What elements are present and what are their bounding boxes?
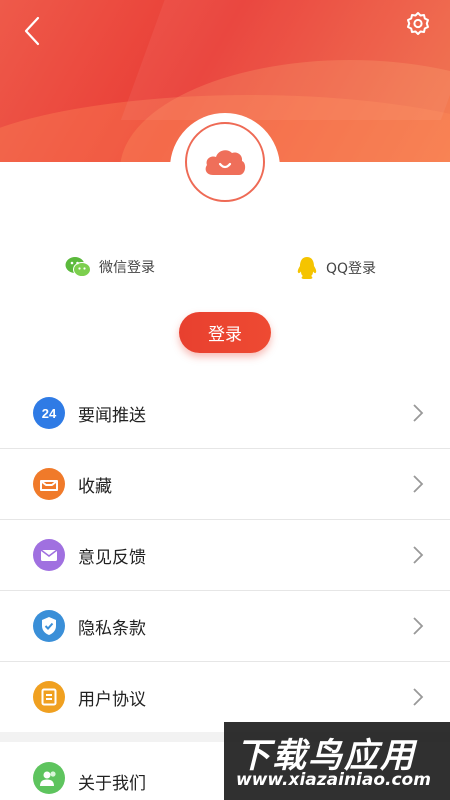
menu-item-label: 隐私条款 xyxy=(78,618,146,639)
qq-penguin-icon xyxy=(297,257,317,279)
menu-item-label: 意见反馈 xyxy=(78,547,146,568)
mail-icon xyxy=(33,539,65,571)
chevron-right-icon xyxy=(413,546,424,564)
chevron-right-icon xyxy=(413,688,424,706)
avatar[interactable] xyxy=(185,122,265,202)
gear-icon[interactable] xyxy=(404,10,432,38)
login-button[interactable]: 登录 xyxy=(179,312,271,353)
menu-item-label: 用户协议 xyxy=(78,689,146,710)
social-login-row: 微信登录 QQ登录 xyxy=(0,256,450,284)
menu-item-label: 关于我们 xyxy=(78,774,146,794)
header-glare xyxy=(120,0,450,120)
24-news-icon: 24 xyxy=(33,397,65,429)
document-icon xyxy=(33,681,65,713)
menu-item-feedback[interactable]: 意见反馈 xyxy=(0,520,450,591)
chevron-right-icon xyxy=(413,617,424,635)
menu-item-news-push[interactable]: 24 要闻推送 xyxy=(0,378,450,449)
menu-item-label: 要闻推送 xyxy=(78,405,146,426)
wechat-login-label: 微信登录 xyxy=(99,260,155,276)
chevron-right-icon xyxy=(413,475,424,493)
chevron-right-icon xyxy=(413,404,424,422)
menu-item-label: 收藏 xyxy=(78,476,112,497)
menu-item-privacy[interactable]: 隐私条款 xyxy=(0,591,450,662)
chevron-left-icon[interactable] xyxy=(18,14,48,48)
cloud-smile-icon xyxy=(205,150,246,175)
menu-item-favorites[interactable]: 收藏 xyxy=(0,449,450,520)
people-icon xyxy=(33,762,65,794)
shield-check-icon xyxy=(33,610,65,642)
qq-login-button[interactable]: QQ登录 xyxy=(296,256,376,280)
watermark-url: www.xiazainiao.com xyxy=(236,770,431,790)
wechat-login-button[interactable]: 微信登录 xyxy=(65,256,155,278)
qq-login-label: QQ登录 xyxy=(326,261,377,277)
collection-box-icon xyxy=(33,468,65,500)
watermark-logo: 下载鸟应用 www.xiazainiao.com xyxy=(224,722,450,800)
wechat-icon xyxy=(65,257,91,277)
settings-menu: 24 要闻推送 收藏 意见反馈 隐私条款 用户协议 xyxy=(0,378,450,733)
